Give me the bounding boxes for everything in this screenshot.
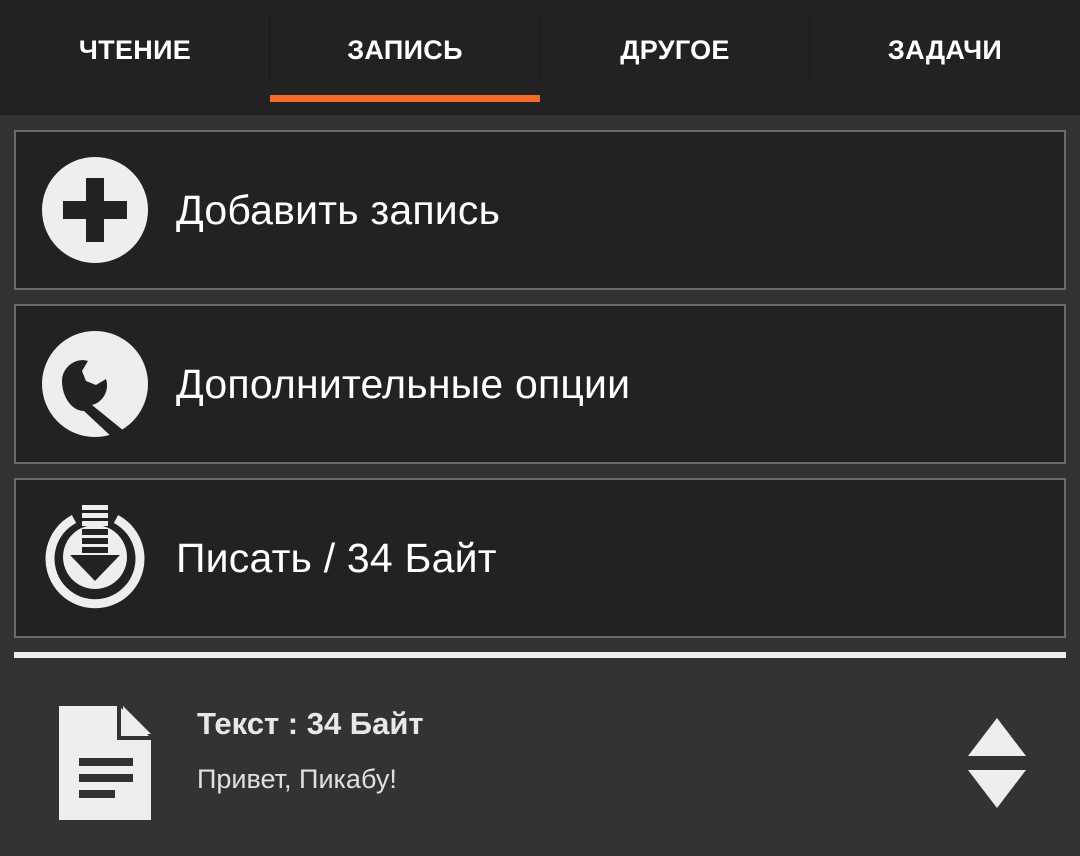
active-tab-indicator	[270, 95, 540, 102]
plus-circle-icon	[42, 157, 148, 263]
tab-other[interactable]: ДРУГОЕ	[540, 0, 810, 115]
write-button[interactable]: Писать / 34 Байт	[14, 478, 1066, 638]
app-root: ЧТЕНИЕ ЗАПИСЬ ДРУГОЕ ЗАДАЧИ Добавить зап…	[0, 0, 1080, 856]
more-options-button[interactable]: Дополнительные опции	[14, 304, 1066, 464]
tab-read[interactable]: ЧТЕНИЕ	[0, 0, 270, 115]
tab-tasks-label: ЗАДАЧИ	[887, 35, 1003, 65]
tab-tasks[interactable]: ЗАДАЧИ	[810, 0, 1080, 115]
tab-other-label: ДРУГОЕ	[620, 35, 730, 65]
tab-bar: ЧТЕНИЕ ЗАПИСЬ ДРУГОЕ ЗАДАЧИ	[0, 0, 1080, 115]
wrench-icon	[42, 331, 148, 437]
document-icon	[59, 706, 151, 820]
tab-write-label: ЗАПИСЬ	[347, 35, 463, 65]
record-title: Текст : 34 Байт	[197, 706, 424, 741]
tab-read-label: ЧТЕНИЕ	[78, 35, 192, 65]
tab-write[interactable]: ЗАПИСЬ	[270, 0, 540, 115]
list-item[interactable]: Текст : 34 Байт Привет, Пикабу!	[14, 658, 1066, 856]
add-record-label: Добавить запись	[176, 186, 501, 233]
write-label: Писать / 34 Байт	[176, 534, 497, 581]
add-record-button[interactable]: Добавить запись	[14, 130, 1066, 290]
download-circle-icon	[45, 505, 145, 609]
record-content: Привет, Пикабу!	[197, 764, 397, 794]
more-options-label: Дополнительные опции	[176, 360, 631, 407]
reorder-handle-icon[interactable]	[966, 718, 1028, 810]
